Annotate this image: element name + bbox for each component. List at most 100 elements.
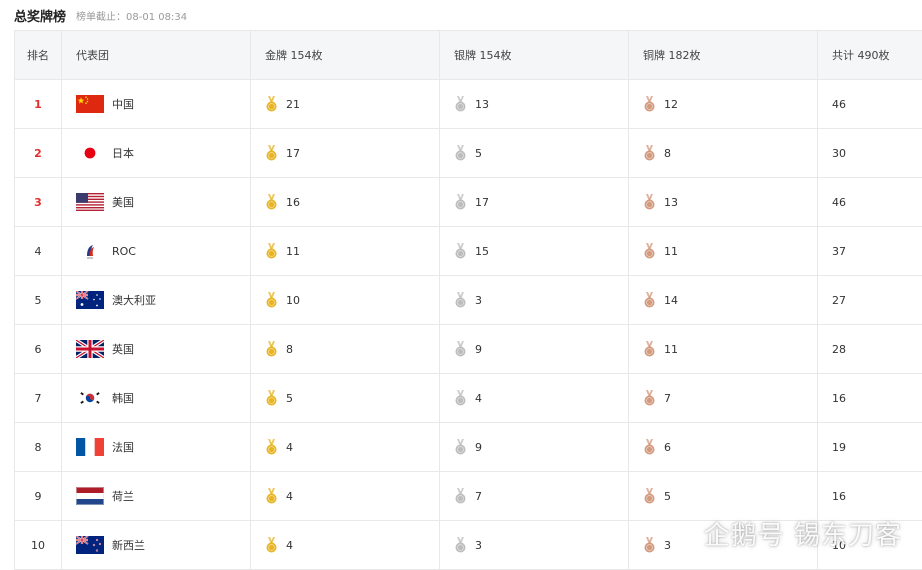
bronze-medal-icon <box>643 243 656 259</box>
total-cell: 27 <box>818 276 922 325</box>
gold-count: 17 <box>286 147 300 160</box>
bronze-medal-icon <box>643 96 656 112</box>
rank-cell: 8 <box>15 423 62 472</box>
country-name: 英国 <box>112 341 134 357</box>
silver-cell: 17 <box>440 178 629 227</box>
roc-emblem-icon <box>76 242 104 260</box>
rank-cell: 6 <box>15 325 62 374</box>
bronze-count: 6 <box>664 441 671 454</box>
japan-flag-icon <box>76 144 104 162</box>
rank-cell: 9 <box>15 472 62 521</box>
gold-count: 10 <box>286 294 300 307</box>
silver-medal-icon <box>454 243 467 259</box>
medal-table: 排名 代表团 金牌 154枚 银牌 154枚 铜牌 182枚 共计 490枚 1… <box>14 30 922 570</box>
rank-cell: 5 <box>15 276 62 325</box>
silver-cell: 5 <box>440 129 629 178</box>
bronze-count: 11 <box>664 343 678 356</box>
table-row: 5 澳大利亚 10 3 14 27 <box>15 276 922 325</box>
bronze-count: 11 <box>664 245 678 258</box>
newzealand-flag-icon <box>76 536 104 554</box>
header-gold: 金牌 154枚 <box>251 31 440 80</box>
bronze-cell: 7 <box>629 374 818 423</box>
gold-medal-icon <box>265 194 278 210</box>
rank-cell: 10 <box>15 521 62 570</box>
silver-count: 5 <box>475 147 482 160</box>
gold-cell: 8 <box>251 325 440 374</box>
gold-count: 11 <box>286 245 300 258</box>
gold-cell: 17 <box>251 129 440 178</box>
page-header: 总奖牌榜 榜单截止：08-01 08:34 <box>14 4 187 26</box>
bronze-medal-icon <box>643 194 656 210</box>
gold-count: 5 <box>286 392 293 405</box>
gold-medal-icon <box>265 292 278 308</box>
bronze-cell: 12 <box>629 80 818 129</box>
bronze-count: 3 <box>664 539 671 552</box>
silver-count: 13 <box>475 98 489 111</box>
country-name: 澳大利亚 <box>112 292 156 308</box>
bronze-medal-icon <box>643 488 656 504</box>
rank-cell: 1 <box>15 80 62 129</box>
country-name: 荷兰 <box>112 488 134 504</box>
gold-medal-icon <box>265 537 278 553</box>
country-name: 中国 <box>112 96 134 112</box>
total-cell: 30 <box>818 129 922 178</box>
gold-cell: 4 <box>251 423 440 472</box>
silver-medal-icon <box>454 96 467 112</box>
netherlands-flag-icon <box>76 487 104 505</box>
total-cell: 37 <box>818 227 922 276</box>
silver-count: 3 <box>475 294 482 307</box>
country-name: ROC <box>112 245 136 258</box>
bronze-count: 12 <box>664 98 678 111</box>
country-name: 法国 <box>112 439 134 455</box>
gold-medal-icon <box>265 243 278 259</box>
header-silver: 银牌 154枚 <box>440 31 629 80</box>
bronze-medal-icon <box>643 145 656 161</box>
bronze-medal-icon <box>643 439 656 455</box>
country-cell: 英国 <box>62 325 251 374</box>
silver-count: 17 <box>475 196 489 209</box>
gold-count: 16 <box>286 196 300 209</box>
bronze-count: 5 <box>664 490 671 503</box>
rank-cell: 3 <box>15 178 62 227</box>
bronze-cell: 11 <box>629 227 818 276</box>
country-cell: 中国 <box>62 80 251 129</box>
silver-medal-icon <box>454 390 467 406</box>
total-cell: 16 <box>818 374 922 423</box>
gold-count: 4 <box>286 490 293 503</box>
silver-medal-icon <box>454 194 467 210</box>
country-cell: 新西兰 <box>62 521 251 570</box>
gold-cell: 5 <box>251 374 440 423</box>
country-cell: 澳大利亚 <box>62 276 251 325</box>
update-time: 榜单截止：08-01 08:34 <box>76 8 187 23</box>
silver-medal-icon <box>454 292 467 308</box>
bronze-cell: 6 <box>629 423 818 472</box>
silver-medal-icon <box>454 439 467 455</box>
silver-cell: 13 <box>440 80 629 129</box>
silver-count: 9 <box>475 441 482 454</box>
header-total: 共计 490枚 <box>818 31 922 80</box>
bronze-cell: 13 <box>629 178 818 227</box>
silver-cell: 7 <box>440 472 629 521</box>
country-cell: 韩国 <box>62 374 251 423</box>
bronze-count: 8 <box>664 147 671 160</box>
bronze-count: 14 <box>664 294 678 307</box>
table-row: 7韩国54716 <box>15 374 922 423</box>
table-header-row: 排名 代表团 金牌 154枚 银牌 154枚 铜牌 182枚 共计 490枚 <box>15 31 922 80</box>
bronze-cell: 14 <box>629 276 818 325</box>
gold-medal-icon <box>265 96 278 112</box>
bronze-count: 13 <box>664 196 678 209</box>
header-rank: 排名 <box>15 31 62 80</box>
total-cell: 28 <box>818 325 922 374</box>
table-row: 6 英国 8 9 11 28 <box>15 325 922 374</box>
bronze-medal-icon <box>643 341 656 357</box>
gold-cell: 16 <box>251 178 440 227</box>
bronze-medal-icon <box>643 292 656 308</box>
bronze-medal-icon <box>643 390 656 406</box>
silver-count: 9 <box>475 343 482 356</box>
silver-medal-icon <box>454 145 467 161</box>
watermark: 企鹅号 锡东刀客 <box>704 515 902 552</box>
silver-medal-icon <box>454 488 467 504</box>
bronze-cell: 5 <box>629 472 818 521</box>
france-flag-icon <box>76 438 104 456</box>
gold-cell: 10 <box>251 276 440 325</box>
